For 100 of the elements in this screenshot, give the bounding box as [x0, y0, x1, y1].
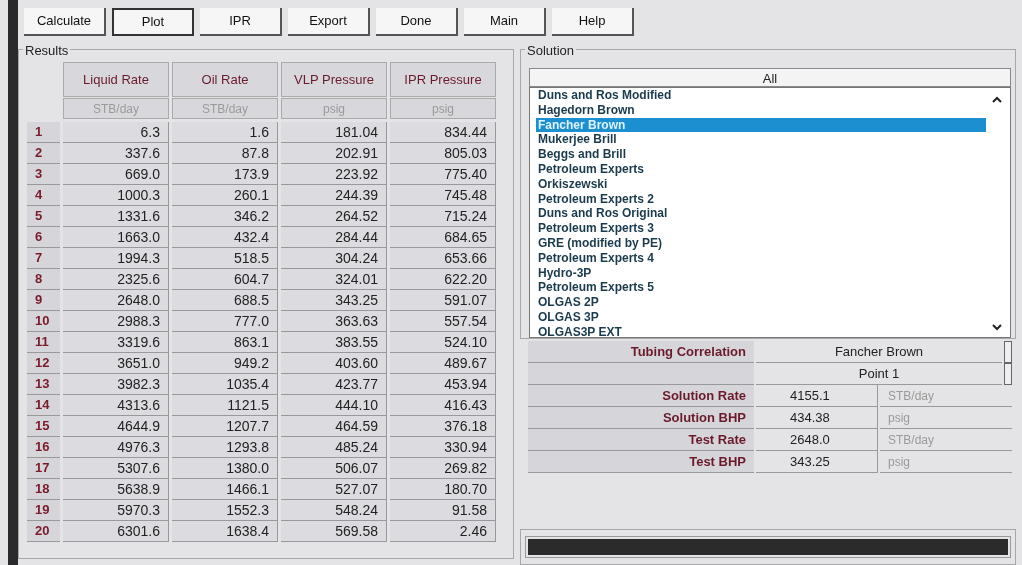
list-item[interactable]: Petroleum Experts 2: [536, 191, 986, 207]
value-field: 343.25: [756, 451, 878, 473]
table-cell: 653.66: [390, 248, 496, 269]
spinner[interactable]: [1004, 341, 1012, 363]
value-field: 4155.1: [756, 385, 878, 407]
value-field[interactable]: Point 1: [756, 363, 1002, 385]
table-cell: 1380.0: [172, 458, 278, 479]
table-cell: 3651.0: [63, 353, 169, 374]
row-number: 20: [27, 521, 60, 542]
row-number: 15: [27, 416, 60, 437]
table-cell: 1663.0: [63, 227, 169, 248]
table-cell: 363.63: [281, 311, 387, 332]
table-cell: 1035.4: [172, 374, 278, 395]
table-cell: 863.1: [172, 332, 278, 353]
list-item[interactable]: OLGAS 3P: [536, 309, 986, 325]
toolbar-button[interactable]: Help: [552, 8, 634, 36]
table-cell: 223.92: [281, 164, 387, 185]
toolbar-button[interactable]: Calculate: [24, 8, 106, 36]
table-cell: 423.77: [281, 374, 387, 395]
table-cell: 1293.8: [172, 437, 278, 458]
row-number: 9: [27, 290, 60, 311]
row-number: 1: [27, 122, 60, 143]
table-cell: 5307.6: [63, 458, 169, 479]
list-item[interactable]: Hagedorn Brown: [536, 102, 986, 118]
toolbar-button[interactable]: Plot: [112, 8, 194, 36]
list-item[interactable]: Duns and Ros Modified: [536, 88, 986, 103]
list-item[interactable]: Hydro-3P: [536, 265, 986, 281]
table-cell: 324.01: [281, 269, 387, 290]
row-number: 13: [27, 374, 60, 395]
table-cell: 444.10: [281, 395, 387, 416]
table-cell: 1994.3: [63, 248, 169, 269]
toolbar-button[interactable]: IPR: [200, 8, 282, 36]
table-cell: 376.18: [390, 416, 496, 437]
table-cell: 3982.3: [63, 374, 169, 395]
unit-cell: psig: [880, 407, 1012, 429]
toolbar-button[interactable]: Done: [376, 8, 458, 36]
table-cell: 949.2: [172, 353, 278, 374]
row-number: 14: [27, 395, 60, 416]
table-cell: 343.25: [281, 290, 387, 311]
list-item[interactable]: OLGAS 2P: [536, 295, 986, 310]
table-cell: 304.24: [281, 248, 387, 269]
row-number: 3: [27, 164, 60, 185]
table-cell: 775.40: [390, 164, 496, 185]
table-cell: 173.9: [172, 164, 278, 185]
table-cell: 3319.6: [63, 332, 169, 353]
scroll-up-icon[interactable]: [992, 96, 1002, 103]
table-cell: 1000.3: [63, 185, 169, 206]
table-cell: 4313.6: [63, 395, 169, 416]
table-cell: 834.44: [390, 122, 496, 143]
table-cell: 1552.3: [172, 500, 278, 521]
row-number: 6: [27, 227, 60, 248]
row-number: 11: [27, 332, 60, 353]
list-item[interactable]: OLGAS3P EXT: [536, 324, 986, 337]
field-label: Tubing Correlation: [528, 341, 754, 363]
value-field[interactable]: Fancher Brown: [756, 341, 1002, 363]
list-item[interactable]: Petroleum Experts: [536, 162, 986, 177]
table-cell: 527.07: [281, 479, 387, 500]
field-label: Test BHP: [528, 451, 754, 473]
table-cell: 202.91: [281, 143, 387, 164]
all-button[interactable]: All: [529, 68, 1011, 87]
correlation-list[interactable]: [529, 87, 1011, 338]
unit-cell: STB/day: [880, 429, 1012, 451]
table-cell: 346.2: [172, 206, 278, 227]
table-cell: 485.24: [281, 437, 387, 458]
row-number: 5: [27, 206, 60, 227]
table-cell: 1331.6: [63, 206, 169, 227]
list-item[interactable]: Petroleum Experts 4: [536, 250, 986, 266]
toolbar-button[interactable]: Export: [288, 8, 370, 36]
table-cell: 464.59: [281, 416, 387, 437]
list-item[interactable]: Mukerjee Brill: [536, 132, 986, 148]
list-item[interactable]: Beggs and Brill: [536, 147, 986, 162]
table-cell: 4976.3: [63, 437, 169, 458]
toolbar-button[interactable]: Main: [464, 8, 546, 36]
list-item[interactable]: Orkiszewski: [536, 176, 986, 192]
table-cell: 604.7: [172, 269, 278, 290]
spinner[interactable]: [1004, 363, 1012, 385]
table-cell: 337.6: [63, 143, 169, 164]
table-cell: 1466.1: [172, 479, 278, 500]
unit-cell: psig: [390, 98, 496, 119]
field-label: Solution Rate: [528, 385, 754, 407]
row-number: 18: [27, 479, 60, 500]
list-item[interactable]: Duns and Ros Original: [536, 206, 986, 222]
list-item[interactable]: Petroleum Experts 5: [536, 280, 986, 296]
scroll-down-icon[interactable]: [992, 324, 1002, 331]
table-cell: 2648.0: [63, 290, 169, 311]
table-cell: 548.24: [281, 500, 387, 521]
table-cell: 524.10: [390, 332, 496, 353]
row-number: 17: [27, 458, 60, 479]
unit-cell: STB/day: [63, 98, 169, 119]
table-cell: 87.8: [172, 143, 278, 164]
table-cell: 180.70: [390, 479, 496, 500]
list-item[interactable]: Petroleum Experts 3: [536, 221, 986, 236]
list-item[interactable]: GRE (modified by PE): [536, 235, 986, 251]
column-header: Liquid Rate: [63, 62, 169, 97]
table-cell: 181.04: [281, 122, 387, 143]
column-header: Oil Rate: [172, 62, 278, 97]
row-number: 19: [27, 500, 60, 521]
table-cell: 506.07: [281, 458, 387, 479]
row-number: 16: [27, 437, 60, 458]
unit-cell: psig: [281, 98, 387, 119]
